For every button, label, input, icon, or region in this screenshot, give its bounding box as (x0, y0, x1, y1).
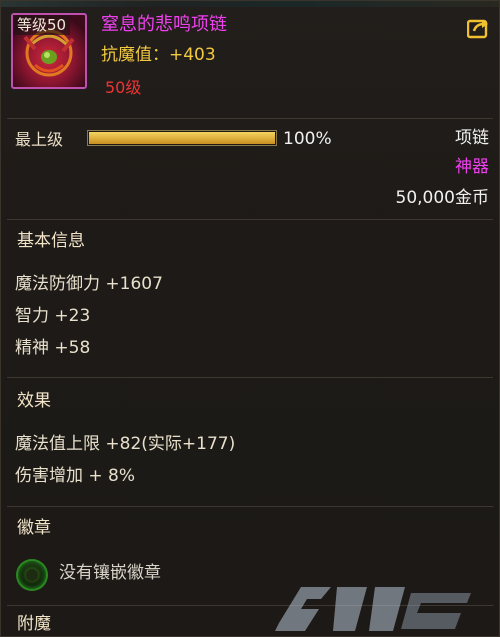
required-level: 50级 (105, 78, 142, 97)
upgrade-progress-text: 100% (283, 129, 332, 149)
section-title-effect: 效果 (17, 391, 51, 411)
share-arrow-icon (466, 19, 488, 39)
attr-intelligence: 智力 +23 (15, 306, 91, 326)
equipment-slot: 项链 (455, 128, 489, 148)
site-watermark-logo (275, 587, 471, 631)
item-main-stat: 抗魔值：+403 (101, 45, 216, 65)
top-glow (1, 1, 499, 7)
upgrade-label: 最上级 (15, 130, 64, 149)
attr-magic-defense: 魔法防御力 +1607 (15, 274, 163, 294)
item-rarity: 神器 (455, 157, 489, 177)
section-title-basic: 基本信息 (17, 231, 85, 251)
attr-spirit: 精神 +58 (15, 338, 91, 358)
attr-mp-max: 魔法值上限 +82(实际+177) (15, 434, 236, 454)
no-emblem-text: 没有镶嵌徽章 (59, 563, 161, 583)
upgrade-progress-bar (87, 130, 277, 146)
section-title-enchant: 附魔 (17, 614, 51, 634)
item-tooltip-panel: 等级50 窒息的悲鸣项链 抗魔值：+403 50级 最上级 100% 项链 神器… (0, 0, 500, 637)
divider (7, 118, 493, 119)
share-button[interactable] (466, 17, 491, 39)
attr-damage-increase: 伤害增加 + 8% (15, 466, 136, 486)
item-level-badge: 等级50 (13, 15, 71, 35)
upgrade-progress-fill (89, 132, 275, 144)
item-name: 窒息的悲鸣项链 (101, 14, 227, 35)
item-price: 50,000金币 (395, 188, 489, 208)
divider (7, 506, 493, 507)
divider (7, 219, 493, 220)
empty-emblem-orb-icon[interactable] (18, 561, 46, 589)
section-title-emblem: 徽章 (17, 518, 51, 538)
orb-core (26, 569, 38, 581)
divider (7, 377, 493, 378)
